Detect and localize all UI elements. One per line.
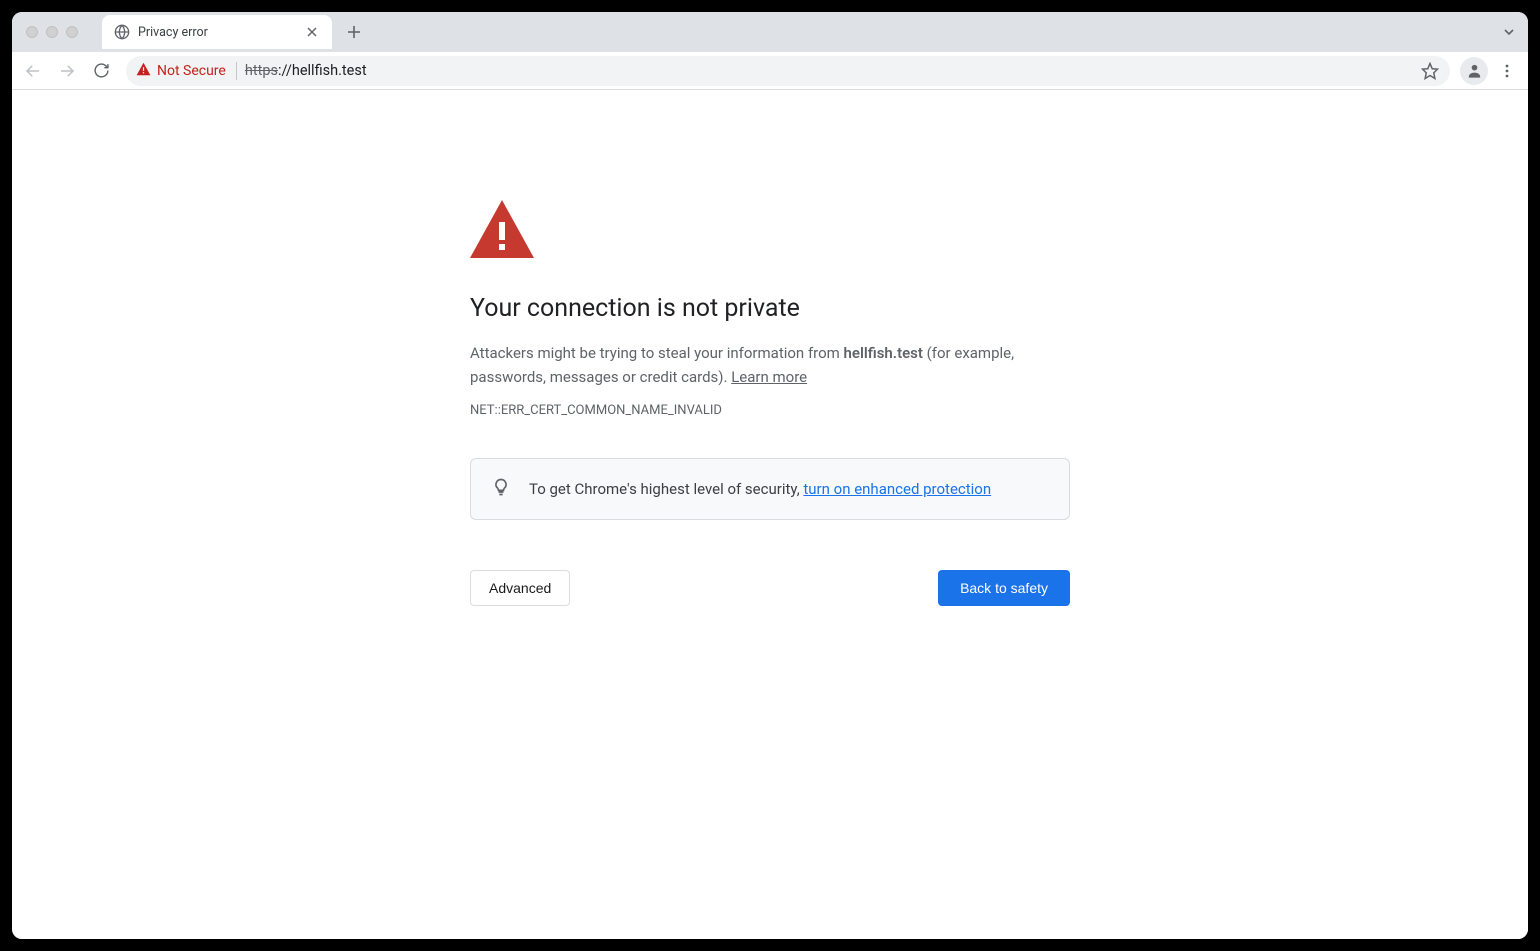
lightbulb-icon bbox=[491, 477, 511, 501]
back-to-safety-button[interactable]: Back to safety bbox=[938, 570, 1070, 606]
bookmark-button[interactable] bbox=[1420, 61, 1440, 81]
error-code: NET::ERR_CERT_COMMON_NAME_INVALID bbox=[470, 403, 1070, 418]
body-prefix: Attackers might be trying to steal your … bbox=[470, 344, 844, 362]
profile-button[interactable] bbox=[1460, 57, 1488, 85]
url-scheme: https bbox=[245, 62, 278, 79]
enhanced-protection-tip: To get Chrome's highest level of securit… bbox=[470, 458, 1070, 520]
tab-search-button[interactable] bbox=[1502, 24, 1516, 43]
security-label: Not Secure bbox=[157, 63, 226, 79]
enhanced-protection-link[interactable]: turn on enhanced protection bbox=[803, 480, 991, 498]
page-content: Your connection is not private Attackers… bbox=[12, 90, 1528, 939]
maximize-window-button[interactable] bbox=[66, 26, 78, 38]
globe-icon bbox=[114, 24, 130, 40]
interstitial-headline: Your connection is not private bbox=[470, 294, 1070, 323]
browser-window: Privacy error bbox=[12, 12, 1528, 939]
warning-triangle-icon bbox=[470, 200, 1070, 258]
interstitial-body: Attackers might be trying to steal your … bbox=[470, 341, 1070, 389]
titlebar: Privacy error bbox=[12, 12, 1528, 52]
security-interstitial: Your connection is not private Attackers… bbox=[470, 90, 1070, 606]
minimize-window-button[interactable] bbox=[46, 26, 58, 38]
tab-title: Privacy error bbox=[138, 25, 296, 40]
learn-more-link[interactable]: Learn more bbox=[731, 368, 807, 386]
forward-button[interactable] bbox=[52, 56, 82, 86]
back-button[interactable] bbox=[18, 56, 48, 86]
tab-privacy-error[interactable]: Privacy error bbox=[102, 15, 332, 49]
security-indicator[interactable]: Not Secure bbox=[136, 62, 237, 80]
body-domain: hellfish.test bbox=[844, 344, 923, 362]
url-rest: ://hellfish.test bbox=[278, 62, 367, 79]
window-controls bbox=[26, 26, 78, 38]
new-tab-button[interactable] bbox=[340, 18, 368, 46]
close-window-button[interactable] bbox=[26, 26, 38, 38]
toolbar: Not Secure https://hellfish.test bbox=[12, 52, 1528, 90]
tip-text: To get Chrome's highest level of securit… bbox=[529, 480, 991, 498]
reload-button[interactable] bbox=[86, 56, 116, 86]
tip-prefix: To get Chrome's highest level of securit… bbox=[529, 480, 803, 498]
close-tab-button[interactable] bbox=[304, 24, 320, 40]
menu-button[interactable] bbox=[1492, 56, 1522, 86]
url-display: https://hellfish.test bbox=[245, 62, 367, 79]
address-bar[interactable]: Not Secure https://hellfish.test bbox=[126, 56, 1450, 86]
warning-triangle-icon bbox=[136, 62, 151, 80]
advanced-button[interactable]: Advanced bbox=[470, 570, 570, 606]
button-row: Advanced Back to safety bbox=[470, 570, 1070, 606]
tab-strip: Privacy error bbox=[102, 12, 368, 52]
